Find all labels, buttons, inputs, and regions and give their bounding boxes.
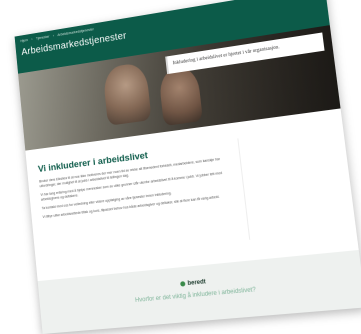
breadcrumb-link-home[interactable]: Hjem [20, 38, 28, 43]
breadcrumb-separator: › [53, 34, 54, 38]
hero-person-shape [158, 66, 203, 126]
breadcrumb-separator: › [31, 37, 32, 41]
breadcrumb-link-tjenester[interactable]: Tjenester [36, 35, 50, 41]
leaf-icon [180, 281, 185, 287]
screenshot-stage: Hjem › Tjenester › Arbeidsmarkedstjenest… [0, 0, 361, 329]
breadcrumb-current: Arbeidsmarkedstjenester [57, 27, 94, 37]
brand-name: beredt [187, 279, 206, 287]
page-title: Arbeidsmarkedstjenester [21, 31, 127, 58]
web-page: Hjem › Tjenester › Arbeidsmarkedstjenest… [15, 0, 361, 334]
sidebar [237, 127, 340, 240]
article: Vi inkluderer i arbeidslivet Bruker dere… [38, 140, 235, 224]
hero-person-shape [102, 62, 151, 126]
